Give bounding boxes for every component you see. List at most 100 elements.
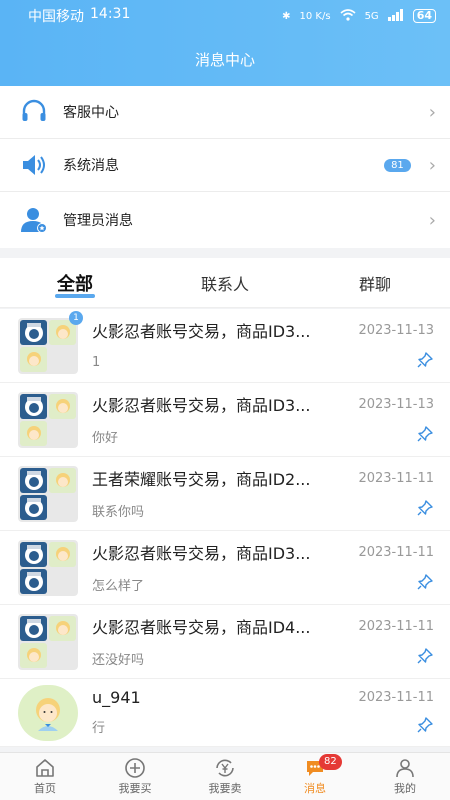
header: 中国移动 14:31 ✱ 10 K/s 5G 64 消息中心 <box>0 0 450 86</box>
conversation-item[interactable]: 火影忍者账号交易，商品ID4... 2023-11-11 还没好吗 <box>0 605 450 679</box>
tabbar-label: 首页 <box>34 782 56 795</box>
naruto-avatar-icon <box>20 467 47 493</box>
tab-contacts[interactable]: 联系人 <box>150 258 300 307</box>
conversation-item[interactable]: u_941 2023-11-11 行 <box>0 679 450 747</box>
last-message: 行 <box>92 721 106 736</box>
menu-item-customer-service[interactable]: 客服中心 › <box>0 86 450 139</box>
network-speed: 10 K/s <box>299 10 331 22</box>
tab-label: 联系人 <box>200 274 249 294</box>
status-bar: 中国移动 14:31 ✱ 10 K/s 5G 64 <box>0 0 450 32</box>
conversation-title: u_941 <box>92 687 141 707</box>
girl-avatar-icon <box>20 642 47 668</box>
conversation-date: 2023-11-11 <box>358 470 434 486</box>
girl-avatar-icon <box>49 615 76 641</box>
tabbar-item-home[interactable]: 首页 <box>0 753 90 800</box>
pin-icon[interactable] <box>416 647 434 669</box>
conversation-title: 火影忍者账号交易，商品ID3... <box>92 544 311 563</box>
carrier: 中国移动 <box>28 9 84 25</box>
user-avatar <box>18 684 78 741</box>
speaker-icon <box>20 151 48 179</box>
tabbar-item-messages[interactable]: 消息 82 <box>270 753 360 800</box>
group-avatar <box>18 613 78 670</box>
last-message: 1 <box>92 354 101 370</box>
chevron-right-icon: › <box>428 209 436 231</box>
unread-total-badge: 82 <box>319 754 342 770</box>
menu-label: 管理员消息 <box>63 213 133 229</box>
conversation-date: 2023-11-11 <box>358 544 434 560</box>
group-avatar <box>18 391 78 448</box>
tab-all[interactable]: 全部 <box>0 258 150 307</box>
tabbar-item-profile[interactable]: 我的 <box>360 753 450 800</box>
conversation-item[interactable]: 1 火影忍者账号交易，商品ID3... 2023-11-13 1 <box>0 309 450 383</box>
last-message: 怎么样了 <box>92 578 145 594</box>
signal-icon <box>387 8 404 24</box>
pin-icon[interactable] <box>416 499 434 521</box>
conversation-title: 火影忍者账号交易，商品ID3... <box>92 322 311 341</box>
unread-count-badge: 81 <box>384 158 411 172</box>
tabbar-label: 我的 <box>394 782 416 795</box>
menu-item-admin-messages[interactable]: 管理员消息 › <box>0 192 450 248</box>
page-title: 消息中心 <box>194 50 255 69</box>
naruto-avatar-icon <box>20 319 47 345</box>
pin-icon[interactable] <box>416 425 434 447</box>
conversation-date: 2023-11-11 <box>358 618 434 634</box>
pin-icon[interactable] <box>416 716 434 738</box>
girl-avatar-icon <box>20 420 47 446</box>
conversation-date: 2023-11-13 <box>358 322 434 338</box>
girl-avatar-icon <box>20 346 47 372</box>
conversation-date: 2023-11-13 <box>358 396 434 412</box>
battery-indicator: 64 <box>412 9 436 23</box>
menu-label: 系统消息 <box>63 158 119 174</box>
headset-icon <box>20 98 48 126</box>
message-filter-tabs: 全部 联系人 群聊 <box>0 258 450 308</box>
naruto-avatar-icon <box>20 494 47 520</box>
conversation-date: 2023-11-11 <box>358 689 434 705</box>
chevron-right-icon: › <box>428 101 436 123</box>
signal-type: 5G <box>364 10 379 22</box>
conversation-item[interactable]: 王者荣耀账号交易，商品ID2... 2023-11-11 联系你吗 <box>0 457 450 531</box>
last-message: 你好 <box>92 430 119 446</box>
pin-icon[interactable] <box>416 351 434 373</box>
girl-avatar-icon <box>49 541 76 567</box>
bluetooth-icon: ✱ <box>282 10 291 22</box>
group-avatar: 1 <box>18 310 83 374</box>
pin-icon[interactable] <box>416 573 434 595</box>
chevron-right-icon: › <box>428 154 436 176</box>
menu-item-system-messages[interactable]: 系统消息 81 › <box>0 139 450 192</box>
girl-avatar-icon <box>49 393 76 419</box>
active-tab-indicator <box>55 294 95 298</box>
conversation-title: 王者荣耀账号交易，商品ID2... <box>92 470 311 489</box>
home-icon <box>36 759 54 777</box>
admin-user-icon <box>20 206 48 234</box>
tab-label: 群聊 <box>358 274 391 294</box>
naruto-avatar-icon <box>20 541 47 567</box>
tabbar-item-buy[interactable]: 我要买 <box>90 753 180 800</box>
wifi-icon <box>340 8 356 24</box>
naruto-avatar-icon <box>20 615 47 641</box>
conversation-item[interactable]: 火影忍者账号交易，商品ID3... 2023-11-13 你好 <box>0 383 450 457</box>
conversation-title: 火影忍者账号交易，商品ID3... <box>92 396 311 415</box>
naruto-avatar-icon <box>20 393 47 419</box>
tab-label: 全部 <box>57 273 93 295</box>
bottom-tab-bar: 首页 我要买 我要卖 消息 82 我的 <box>0 752 450 800</box>
tabbar-label: 我要买 <box>118 782 152 795</box>
tabbar-item-sell[interactable]: 我要卖 <box>180 753 270 800</box>
conversation-list: 1 火影忍者账号交易，商品ID3... 2023-11-13 1 火影忍者账号交… <box>0 309 450 747</box>
conversation-title: 火影忍者账号交易，商品ID4... <box>92 618 311 637</box>
girl-avatar-icon <box>49 467 76 493</box>
tab-group-chats[interactable]: 群聊 <box>300 258 450 307</box>
last-message: 还没好吗 <box>92 652 145 668</box>
last-message: 联系你吗 <box>92 504 145 520</box>
tabbar-label: 我要卖 <box>208 782 242 795</box>
user-icon <box>396 759 414 778</box>
service-menu: 客服中心 › 系统消息 81 › 管理员消息 › <box>0 86 450 248</box>
unread-badge: 1 <box>69 310 83 325</box>
naruto-avatar-icon <box>20 568 47 594</box>
yen-exchange-icon <box>216 759 234 777</box>
tabbar-label: 消息 <box>304 782 326 795</box>
group-avatar <box>18 465 78 522</box>
group-avatar <box>18 539 78 596</box>
conversation-item[interactable]: 火影忍者账号交易，商品ID3... 2023-11-11 怎么样了 <box>0 531 450 605</box>
menu-label: 客服中心 <box>63 105 119 121</box>
plus-circle-icon <box>125 758 145 778</box>
